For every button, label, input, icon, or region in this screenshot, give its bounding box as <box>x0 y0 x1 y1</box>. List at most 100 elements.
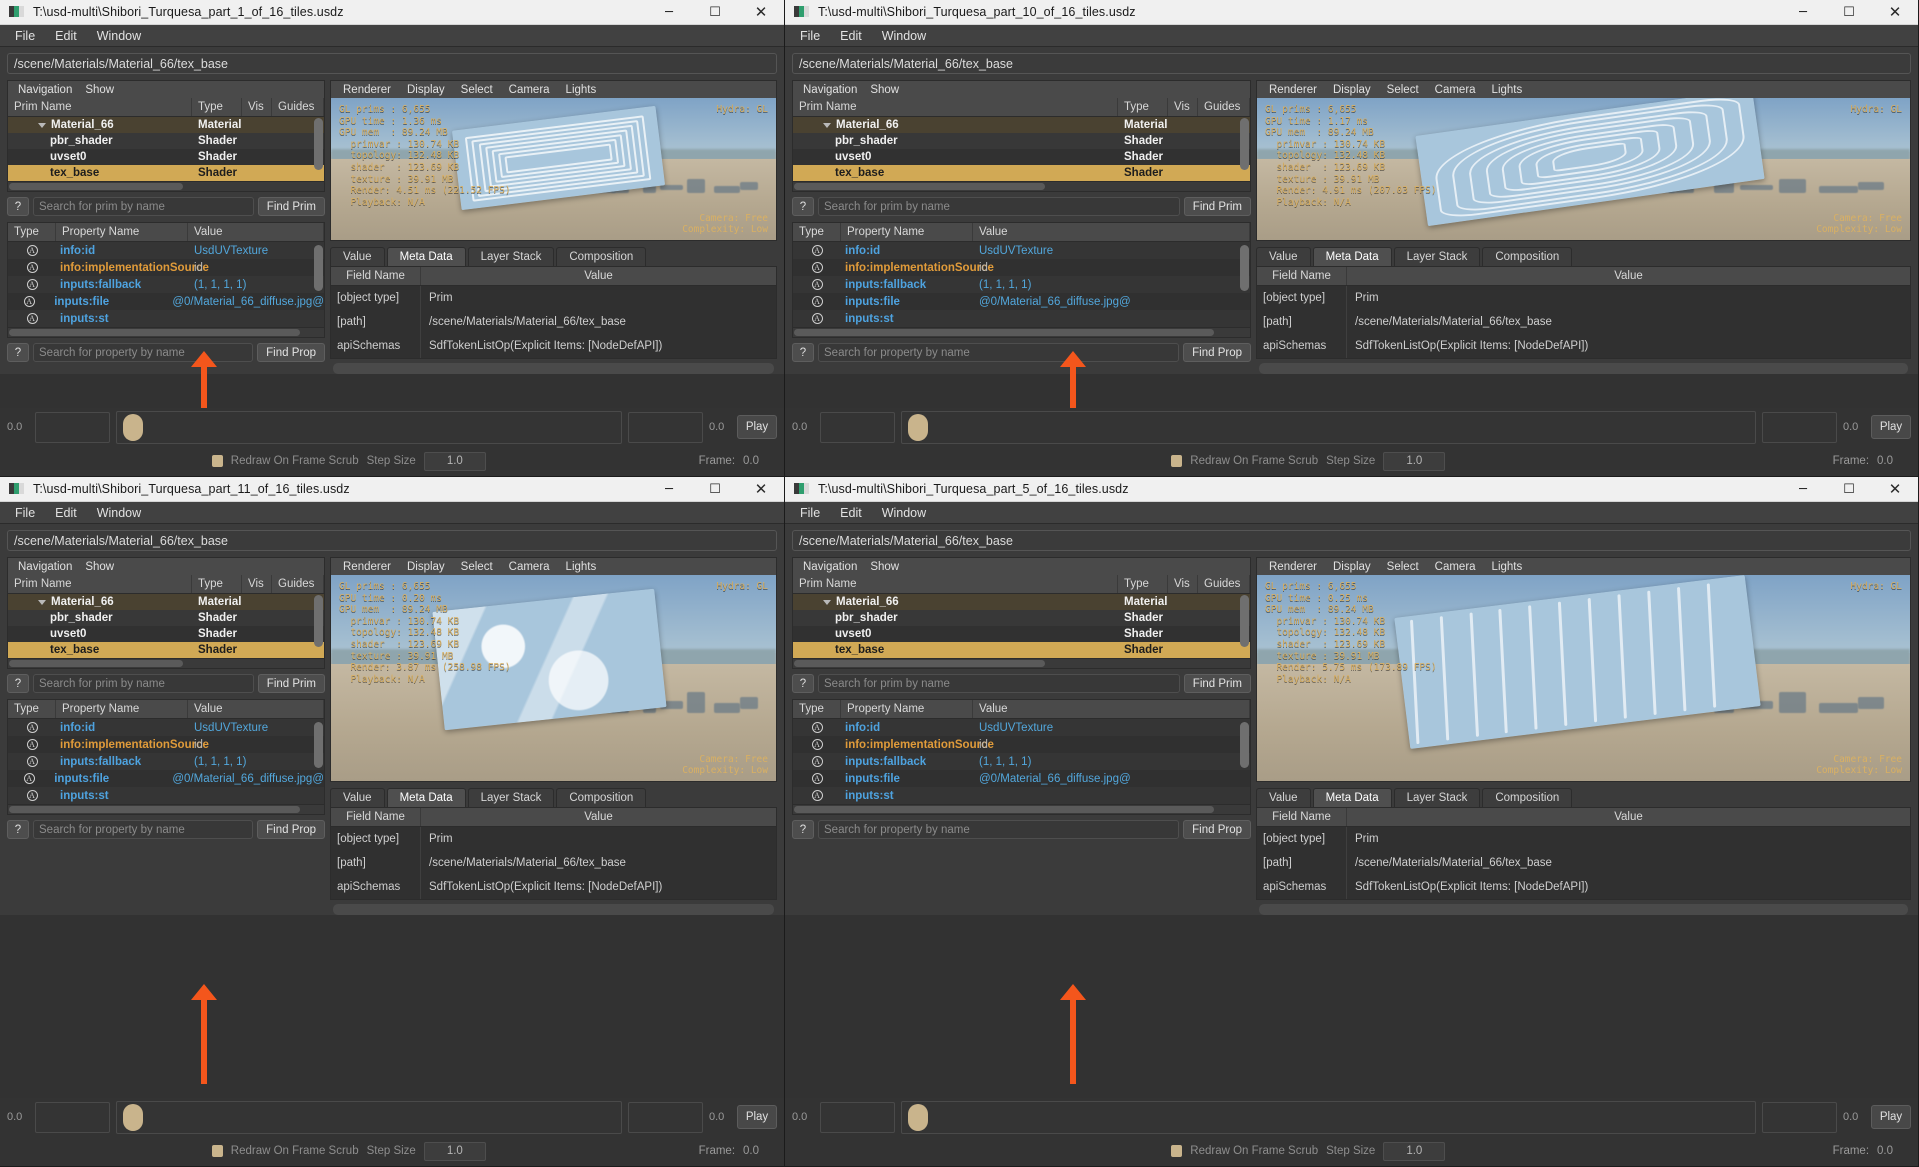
timeline-slider[interactable] <box>116 410 622 444</box>
property-row[interactable]: A inputs:file @0/Material_66_diffuse.jpg… <box>8 293 324 310</box>
property-row[interactable]: A inputs:file @0/Material_66_diffuse.jpg… <box>793 293 1250 310</box>
prim-tree-hscrollbar[interactable] <box>7 659 325 669</box>
col-vis[interactable]: Vis <box>242 575 272 593</box>
col-prim-name[interactable]: Prim Name <box>8 98 192 116</box>
timeline-handle[interactable] <box>123 1103 143 1131</box>
col-vis[interactable]: Vis <box>1168 98 1198 116</box>
find-prop-button[interactable]: Find Prop <box>257 820 325 839</box>
prim-vis-cell[interactable] <box>242 626 272 642</box>
viewport-menu-display[interactable]: Display <box>1326 84 1378 96</box>
property-search-input[interactable]: Search for property by name <box>818 820 1180 839</box>
metadata-tab[interactable]: Meta Data <box>386 247 466 266</box>
maximize-button[interactable]: ☐ <box>1826 477 1872 501</box>
timeline-start-input[interactable] <box>35 411 110 443</box>
window-titlebar[interactable]: T:\usd-multi\Shibori_Turquesa_part_1_of_… <box>0 0 784 25</box>
property-row[interactable]: A inputs:st <box>793 310 1250 327</box>
col-type[interactable]: Type <box>1118 575 1168 593</box>
col-type[interactable]: Type <box>192 575 242 593</box>
prim-tree-vscrollbar[interactable] <box>1240 595 1249 647</box>
metadata-tab[interactable]: Layer Stack <box>467 247 555 266</box>
minimize-button[interactable]: ─ <box>1780 0 1826 24</box>
find-prim-button[interactable]: Find Prim <box>257 674 325 693</box>
prim-path-input[interactable]: /scene/Materials/Material_66/tex_base <box>7 53 777 74</box>
property-search-help-button[interactable]: ? <box>7 820 29 839</box>
timeline-end-input[interactable] <box>628 411 703 443</box>
prim-search-help-button[interactable]: ? <box>792 674 814 693</box>
metadata-tab[interactable]: Value <box>1256 788 1311 807</box>
prim-tree-hscrollbar[interactable] <box>792 659 1251 669</box>
prim-vis-cell[interactable] <box>242 165 272 181</box>
prim-path-input[interactable]: /scene/Materials/Material_66/tex_base <box>7 530 777 551</box>
find-prim-button[interactable]: Find Prim <box>257 197 325 216</box>
property-row[interactable]: A inputs:fallback (1, 1, 1, 1) <box>793 276 1250 293</box>
timeline-start-input[interactable] <box>820 1101 895 1133</box>
timeline-start-input[interactable] <box>820 411 895 443</box>
window-titlebar[interactable]: T:\usd-multi\Shibori_Turquesa_part_11_of… <box>0 477 784 502</box>
minimize-button[interactable]: ─ <box>646 477 692 501</box>
timeline-start-input[interactable] <box>35 1101 110 1133</box>
col-prop-type[interactable]: Type <box>793 700 841 718</box>
prim-vis-cell[interactable] <box>1168 149 1198 165</box>
find-prop-button[interactable]: Find Prop <box>1183 820 1251 839</box>
menu-edit[interactable]: Edit <box>831 27 871 45</box>
prim-search-input[interactable]: Search for prim by name <box>818 197 1180 216</box>
prim-tree-row[interactable]: tex_base Shader <box>8 165 324 181</box>
menu-window[interactable]: Window <box>88 504 150 522</box>
property-row[interactable]: A info:implementationSource id <box>793 736 1250 753</box>
prim-tree-row[interactable]: uvset0 Shader <box>793 626 1250 642</box>
metadata-tab[interactable]: Meta Data <box>1312 247 1392 266</box>
timeline-end-input[interactable] <box>1762 1101 1837 1133</box>
col-prop-name[interactable]: Property Name <box>56 223 188 241</box>
play-button[interactable]: Play <box>1871 415 1911 439</box>
col-prop-type[interactable]: Type <box>8 223 56 241</box>
property-search-input[interactable]: Search for property by name <box>33 343 254 362</box>
timeline-handle[interactable] <box>908 1103 928 1131</box>
menu-edit[interactable]: Edit <box>46 27 86 45</box>
redraw-on-frame-scrub-checkbox[interactable] <box>211 1145 223 1157</box>
maximize-button[interactable]: ☐ <box>1826 0 1872 24</box>
property-row[interactable]: A info:implementationSource id <box>793 259 1250 276</box>
prim-vis-cell[interactable] <box>242 594 272 610</box>
viewport-3d[interactable]: GL prims : 6,655 GPU time : 0.20 ms GPU … <box>330 575 777 782</box>
menu-file[interactable]: File <box>6 27 44 45</box>
prim-vis-cell[interactable] <box>1168 626 1198 642</box>
timeline-slider[interactable] <box>116 1100 622 1134</box>
metadata-tab[interactable]: Layer Stack <box>1393 788 1481 807</box>
prim-vis-cell[interactable] <box>1168 133 1198 149</box>
prim-vis-cell[interactable] <box>1168 165 1198 181</box>
find-prim-button[interactable]: Find Prim <box>1183 197 1251 216</box>
property-hscrollbar[interactable] <box>792 328 1251 338</box>
viewport-menu-camera[interactable]: Camera <box>502 561 557 573</box>
viewport-menu-camera[interactable]: Camera <box>502 84 557 96</box>
col-prop-name[interactable]: Property Name <box>56 700 188 718</box>
property-row[interactable]: A inputs:st <box>793 787 1250 804</box>
col-vis[interactable]: Vis <box>1168 575 1198 593</box>
nav-menu-show[interactable]: Show <box>865 561 904 573</box>
property-row[interactable]: A info:implementationSource id <box>8 736 324 753</box>
prim-tree-vscrollbar[interactable] <box>314 118 323 170</box>
metadata-tab[interactable]: Composition <box>556 788 647 807</box>
prim-search-help-button[interactable]: ? <box>7 197 29 216</box>
redraw-on-frame-scrub-checkbox[interactable] <box>1171 455 1183 467</box>
prim-search-input[interactable]: Search for prim by name <box>818 674 1180 693</box>
viewport-3d[interactable]: GL prims : 6,655 GPU time : 0.25 ms GPU … <box>1256 575 1911 782</box>
viewport-menu-lights[interactable]: Lights <box>1485 84 1530 96</box>
prim-tree-row[interactable]: pbr_shader Shader <box>793 610 1250 626</box>
col-guides[interactable]: Guides <box>272 98 324 116</box>
minimize-button[interactable]: ─ <box>646 0 692 24</box>
play-button[interactable]: Play <box>1871 1105 1911 1129</box>
metadata-tab[interactable]: Composition <box>556 247 647 266</box>
property-row[interactable]: A info:id UsdUVTexture <box>8 719 324 736</box>
prim-tree-row[interactable]: Material_66 Material <box>793 117 1250 133</box>
viewport-menu-renderer[interactable]: Renderer <box>336 561 398 573</box>
prim-search-input[interactable]: Search for prim by name <box>33 197 254 216</box>
col-prim-name[interactable]: Prim Name <box>793 98 1118 116</box>
prim-tree-row[interactable]: Material_66 Material <box>793 594 1250 610</box>
redraw-on-frame-scrub-checkbox[interactable] <box>211 455 223 467</box>
prim-tree-row[interactable]: uvset0 Shader <box>793 149 1250 165</box>
col-guides[interactable]: Guides <box>1198 575 1250 593</box>
step-size-input[interactable]: 1.0 <box>1383 1141 1446 1161</box>
minimize-button[interactable]: ─ <box>1780 477 1826 501</box>
property-vscrollbar[interactable] <box>314 722 323 768</box>
prim-tree-row[interactable]: pbr_shader Shader <box>8 610 324 626</box>
